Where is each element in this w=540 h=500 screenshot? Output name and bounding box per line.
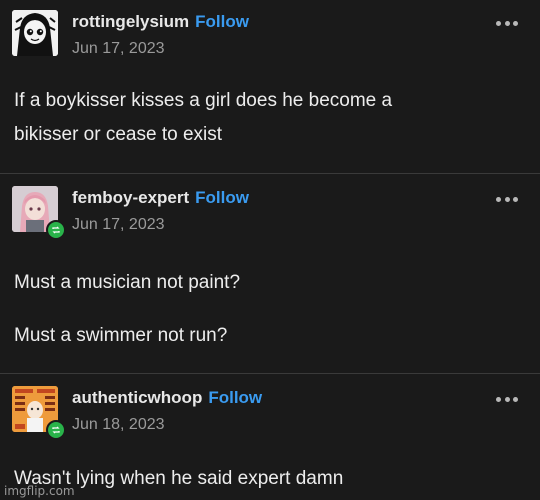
divider (0, 173, 540, 174)
username[interactable]: femboy-expert (72, 188, 189, 207)
post-date: Jun 17, 2023 (72, 40, 165, 57)
divider (0, 373, 540, 374)
post-date: Jun 17, 2023 (72, 216, 165, 233)
ellipsis-icon[interactable] (496, 196, 518, 202)
post-body-line: bikisser or cease to exist (14, 124, 223, 145)
post-body-line: If a boykisser kisses a girl does he bec… (14, 90, 393, 111)
ellipsis-icon[interactable] (496, 396, 518, 402)
avatar[interactable] (12, 10, 58, 56)
post-rottingelysium: rottingelysium Follow Jun 17, 2023 If a b… (0, 0, 540, 172)
follow-button[interactable]: Follow (195, 188, 249, 207)
post-body-line: Must a musician not paint? (14, 272, 241, 293)
watermark: imgflip.com (4, 484, 75, 498)
username[interactable]: authenticwhoop (72, 388, 202, 407)
follow-button[interactable]: Follow (208, 388, 262, 407)
reblog-thread: rottingelysium Follow Jun 17, 2023 If a b… (0, 0, 540, 500)
post-date: Jun 18, 2023 (72, 416, 165, 433)
reblog-icon (46, 420, 66, 440)
post-femboy-expert: femboy-expert Follow Jun 17, 2023 Must a … (0, 176, 540, 372)
post-body-line: Must a swimmer not run? (14, 325, 228, 346)
username-row: authenticwhoop Follow (72, 388, 262, 408)
reblog-icon (46, 220, 66, 240)
username-row: rottingelysium Follow (72, 12, 249, 32)
username[interactable]: rottingelysium (72, 12, 189, 31)
avatar-image (12, 10, 58, 56)
username-row: femboy-expert Follow (72, 188, 249, 208)
follow-button[interactable]: Follow (195, 12, 249, 31)
post-authenticwhoop: authenticwhoop Follow Jun 18, 2023 Wasn't… (0, 376, 540, 500)
ellipsis-icon[interactable] (496, 20, 518, 26)
